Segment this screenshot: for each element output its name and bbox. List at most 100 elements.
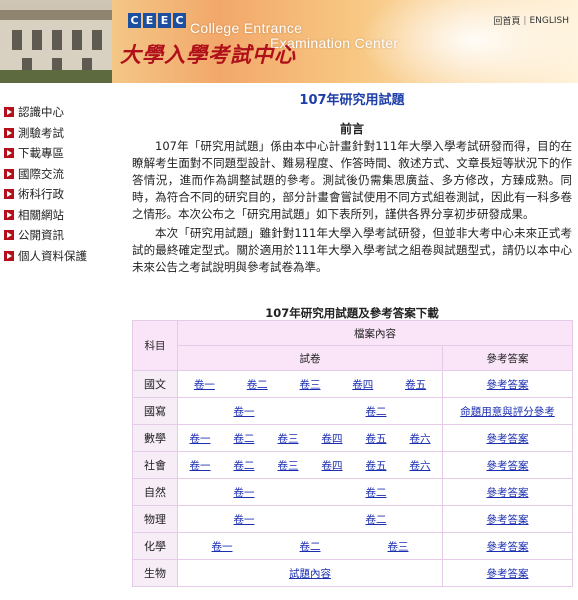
paper-link[interactable]: 卷四: [352, 377, 373, 392]
answer-link[interactable]: 命題用意與評分參考: [460, 406, 555, 418]
building-window: [72, 30, 82, 50]
table-row: 國文 卷一 卷二 卷三 卷四 卷五 參考答案: [132, 370, 573, 398]
paper-link[interactable]: 卷二: [366, 512, 387, 527]
paper-link[interactable]: 卷二: [247, 377, 268, 392]
intro-paragraph-1: 107年「研究用試題」係由本中心計畫針對111年大學入學考試研發而得，目的在瞭解…: [132, 139, 572, 221]
paper-link[interactable]: 卷三: [278, 431, 299, 446]
sidebar-item-public-info[interactable]: 公開資訊: [4, 225, 114, 246]
page-title: 107年研究用試題: [299, 93, 405, 108]
building-window: [32, 30, 42, 50]
paper-link[interactable]: 卷二: [300, 539, 321, 554]
site-banner: C E E C College Entrance Examination Cen…: [0, 0, 578, 83]
header-answers: 參考答案: [442, 345, 573, 371]
sidebar-item-related-sites[interactable]: 相關網站: [4, 205, 114, 226]
sidebar-item-label: 個人資料保護: [18, 248, 87, 263]
answer-link[interactable]: 參考答案: [487, 514, 529, 526]
subject-cell: 生物: [132, 559, 178, 587]
table-row: 自然 卷一 卷二 參考答案: [132, 478, 573, 506]
sidebar-item-international[interactable]: 國際交流: [4, 164, 114, 185]
sidebar-item-label: 下載專區: [18, 146, 64, 161]
answer-link[interactable]: 參考答案: [487, 487, 529, 499]
paper-link[interactable]: 卷一: [234, 485, 255, 500]
subject-cell: 自然: [132, 478, 178, 506]
table-row: 化學 卷一 卷二 卷三 參考答案: [132, 532, 573, 560]
paper-link[interactable]: 卷四: [322, 458, 343, 473]
ceec-logo[interactable]: C E E C: [128, 13, 186, 28]
answer-cell: 參考答案: [442, 370, 573, 398]
paper-link[interactable]: 卷二: [234, 431, 255, 446]
sidebar-item-label: 認識中心: [18, 105, 64, 120]
paper-link[interactable]: 卷四: [322, 431, 343, 446]
paper-link[interactable]: 卷五: [405, 377, 426, 392]
campus-building-image: [0, 0, 112, 83]
building-window: [12, 30, 22, 50]
header-file-content: 檔案內容: [177, 320, 573, 346]
download-table: 科目 檔案內容 試卷 參考答案 國文 卷一 卷二 卷三 卷四 卷五 參考答案 國…: [132, 320, 573, 587]
sidebar-nav: 認識中心 測驗考試 下載專區 國際交流 術科行政 相關網站 公開資訊 個人資料保…: [4, 102, 114, 266]
sidebar-item-downloads[interactable]: 下載專區: [4, 143, 114, 164]
sidebar-item-label: 相關網站: [18, 207, 64, 222]
answer-link[interactable]: 參考答案: [487, 568, 529, 580]
paper-link[interactable]: 卷三: [299, 377, 320, 392]
header-papers: 試卷: [177, 345, 443, 371]
paper-link[interactable]: 卷六: [410, 431, 431, 446]
paper-link[interactable]: 卷一: [190, 431, 211, 446]
subject-cell: 國文: [132, 370, 178, 398]
answer-link[interactable]: 參考答案: [487, 460, 529, 472]
arrow-right-icon: [4, 168, 14, 179]
table-row: 生物 試題內容 參考答案: [132, 559, 573, 587]
sidebar-item-about[interactable]: 認識中心: [4, 102, 114, 123]
home-link[interactable]: 回首頁: [490, 14, 523, 27]
paper-link[interactable]: 卷三: [388, 539, 409, 554]
table-row: 數學 卷一 卷二 卷三 卷四 卷五 卷六 參考答案: [132, 424, 573, 452]
paper-link[interactable]: 卷一: [194, 377, 215, 392]
chinese-name-logo: 大學入學考試中心: [120, 42, 296, 67]
answer-cell: 參考答案: [442, 424, 573, 452]
table-row: 物理 卷一 卷二 參考答案: [132, 505, 573, 533]
logo-letter: E: [143, 13, 156, 28]
subject-cell: 國寫: [132, 397, 178, 425]
sidebar-item-privacy[interactable]: 個人資料保護: [4, 246, 114, 267]
paper-link[interactable]: 卷六: [410, 458, 431, 473]
papers-cell: 卷一 卷二 卷三: [177, 532, 443, 560]
paper-link[interactable]: 卷一: [212, 539, 233, 554]
arrow-right-icon: [4, 107, 14, 118]
main-content: 107年研究用試題 前言 107年「研究用試題」係由本中心計畫針對111年大學入…: [132, 92, 572, 276]
answer-link[interactable]: 參考答案: [487, 541, 529, 553]
building-window: [52, 30, 62, 50]
subject-cell: 化學: [132, 532, 178, 560]
paper-link[interactable]: 卷一: [190, 458, 211, 473]
answer-cell: 參考答案: [442, 532, 573, 560]
header-subject: 科目: [132, 320, 178, 371]
logo-letter: E: [158, 13, 171, 28]
paper-link[interactable]: 試題內容: [289, 566, 331, 581]
sidebar-item-label: 術科行政: [18, 187, 64, 202]
paper-link[interactable]: 卷二: [366, 404, 387, 419]
paper-link[interactable]: 卷三: [278, 458, 299, 473]
papers-cell: 卷一 卷二: [177, 478, 443, 506]
paper-link[interactable]: 卷五: [366, 431, 387, 446]
table-row: 社會 卷一 卷二 卷三 卷四 卷五 卷六 參考答案: [132, 451, 573, 479]
paper-link[interactable]: 卷二: [234, 458, 255, 473]
table-row: 國寫 卷一 卷二 命題用意與評分參考: [132, 397, 573, 425]
arrow-right-icon: [4, 127, 14, 138]
top-links: 回首頁 | ENGLISH: [490, 14, 572, 28]
answer-cell: 參考答案: [442, 451, 573, 479]
subject-cell: 物理: [132, 505, 178, 533]
sidebar-item-label: 國際交流: [18, 166, 64, 181]
paper-link[interactable]: 卷五: [366, 458, 387, 473]
arrow-right-icon: [4, 250, 14, 261]
english-link[interactable]: ENGLISH: [526, 16, 572, 26]
papers-cell: 卷一 卷二: [177, 397, 443, 425]
paper-link[interactable]: 卷一: [234, 512, 255, 527]
sidebar-item-practical-admin[interactable]: 術科行政: [4, 184, 114, 205]
paper-link[interactable]: 卷二: [366, 485, 387, 500]
arrow-right-icon: [4, 148, 14, 159]
answer-link[interactable]: 參考答案: [487, 433, 529, 445]
paper-link[interactable]: 卷一: [234, 404, 255, 419]
answer-cell: 參考答案: [442, 478, 573, 506]
sidebar-item-exams[interactable]: 測驗考試: [4, 123, 114, 144]
arrow-right-icon: [4, 209, 14, 220]
answer-link[interactable]: 參考答案: [487, 379, 529, 391]
table-title: 107年研究用試題及參考答案下載: [265, 306, 439, 320]
